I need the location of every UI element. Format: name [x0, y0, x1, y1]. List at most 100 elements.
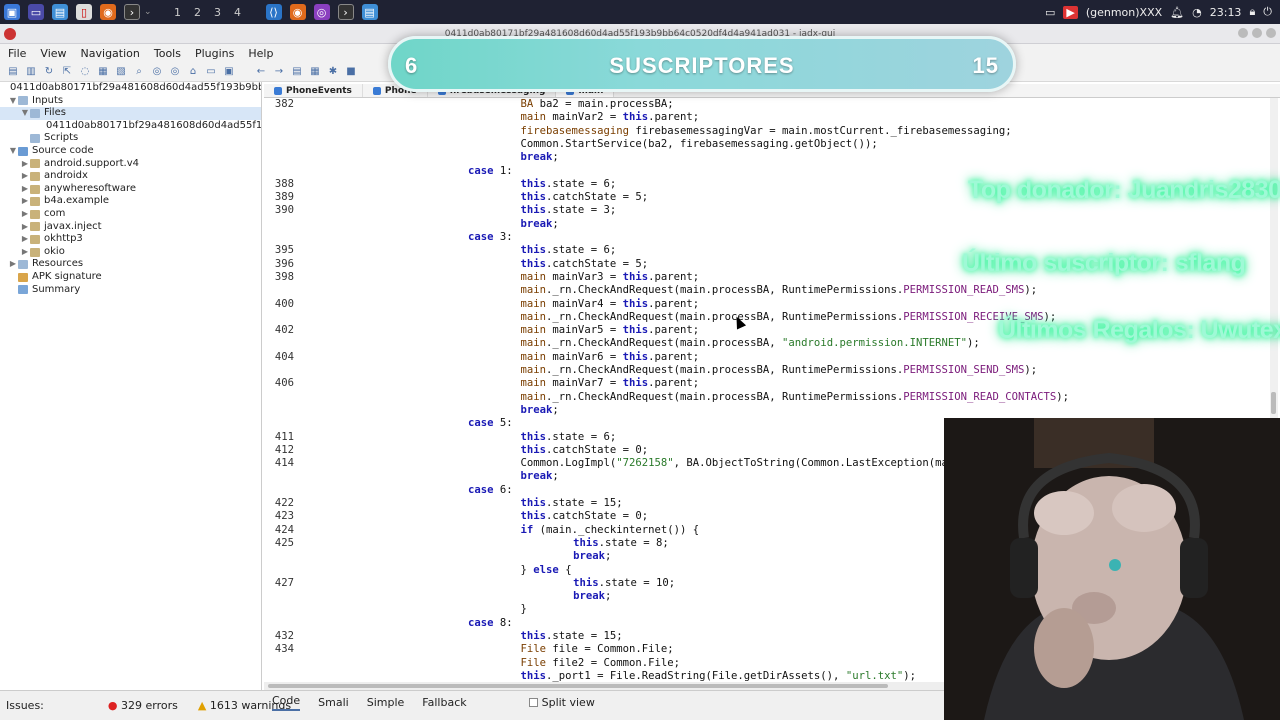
code-line[interactable]: case 3: [264, 231, 1274, 244]
chevron-right-icon[interactable]: ▶ [20, 208, 30, 221]
app-menu-icon[interactable]: ▣ [4, 4, 20, 20]
chevron-right-icon[interactable]: ▶ [20, 183, 30, 196]
vscode-icon[interactable]: ⟨⟩ [265, 4, 282, 20]
code-line[interactable]: 400 main mainVar4 = this.parent; [264, 298, 1274, 311]
tree-apk-signature[interactable]: APK signature [0, 271, 261, 284]
sync-icon[interactable]: ◌ [78, 65, 92, 79]
flatten-icon[interactable]: ▦ [96, 65, 110, 79]
tree-summary[interactable]: Summary [0, 284, 261, 297]
terminal-icon[interactable]: › [124, 4, 140, 20]
search-icon[interactable]: ⌕ [132, 65, 146, 79]
tab-smali[interactable]: Smali [318, 696, 349, 709]
minimize-button[interactable] [1238, 28, 1248, 38]
chevron-right-icon[interactable]: ▶ [20, 221, 30, 234]
code-line[interactable]: main._rn.CheckAndRequest(main.processBA,… [264, 284, 1274, 297]
desktop-icon[interactable]: ▭ [28, 4, 44, 20]
back-icon[interactable]: ← [254, 65, 268, 79]
chevron-right-icon[interactable]: ▶ [20, 158, 30, 171]
export-icon[interactable]: ⇱ [60, 65, 74, 79]
tab-phoneevents[interactable]: PhoneEvents [264, 84, 363, 97]
code-line[interactable]: 404 main mainVar6 = this.parent; [264, 351, 1274, 364]
code-line[interactable]: firebasemessaging firebasemessagingVar =… [264, 125, 1274, 138]
reload-icon[interactable]: ↻ [42, 65, 56, 79]
find-class-icon[interactable]: ◎ [150, 65, 164, 79]
tree-root[interactable]: 0411d0ab80171bf29a481608d60d4ad55f193b9b… [0, 82, 261, 95]
tree-inputs[interactable]: ▼ Inputs [0, 95, 261, 108]
tab-code[interactable]: Code [272, 694, 301, 711]
tab-fallback[interactable]: Fallback [422, 696, 466, 709]
code-line[interactable]: 390 this.state = 3; [264, 204, 1274, 217]
decompile-icon[interactable]: ▣ [222, 65, 236, 79]
tree-files[interactable]: ▼ Files [0, 107, 261, 120]
vertical-scroll-thumb[interactable] [1271, 392, 1276, 414]
tree-package[interactable]: ▶ okhttp3 [0, 233, 261, 246]
menu-view[interactable]: View [40, 47, 66, 60]
code-line[interactable]: Common.StartService(ba2, firebasemessagi… [264, 138, 1274, 151]
copy-icon[interactable]: ▧ [114, 65, 128, 79]
add-files-icon[interactable]: ▥ [24, 65, 38, 79]
find-usage-icon[interactable]: ◎ [168, 65, 182, 79]
chevron-down-icon[interactable]: ▼ [8, 145, 18, 158]
tree-package[interactable]: ▶ javax.inject [0, 221, 261, 234]
open-icon[interactable]: ▤ [6, 65, 20, 79]
terminal-icon-2[interactable]: › [337, 4, 354, 20]
code-line[interactable]: break; [264, 218, 1274, 231]
tree-package[interactable]: ▶ b4a.example [0, 195, 261, 208]
workspace-3[interactable]: 3 [208, 6, 228, 19]
document-icon[interactable]: ▯ [76, 4, 92, 20]
notifications-icon[interactable]: 🔔︎ [1170, 6, 1184, 19]
code-line[interactable]: break; [264, 151, 1274, 164]
log-icon[interactable]: ▤ [290, 65, 304, 79]
chevron-right-icon[interactable]: ▶ [8, 258, 18, 271]
code-line[interactable]: main mainVar2 = this.parent; [264, 111, 1274, 124]
chevron-down-icon[interactable]: ▼ [20, 107, 30, 120]
firefox-icon-2[interactable]: ◉ [289, 4, 306, 20]
tree-file-item[interactable]: 0411d0ab80171bf29a481608d60d4ad55f193b9 [0, 120, 261, 133]
menu-navigation[interactable]: Navigation [81, 47, 140, 60]
menu-file[interactable]: File [8, 47, 26, 60]
settings-icon[interactable]: ▦ [308, 65, 322, 79]
tree-source-code[interactable]: ▼ Source code [0, 145, 261, 158]
workspace-4[interactable]: 4 [228, 6, 248, 19]
errors-count[interactable]: ● 329 errors [108, 699, 178, 712]
maximize-button[interactable] [1252, 28, 1262, 38]
tab-simple[interactable]: Simple [367, 696, 405, 709]
code-line[interactable]: 406 main mainVar7 = this.parent; [264, 377, 1274, 390]
frame-icon[interactable]: ▭ [204, 65, 218, 79]
tree-scripts[interactable]: Scripts [0, 132, 261, 145]
tree-package[interactable]: ▶ okio [0, 246, 261, 259]
tree-package[interactable]: ▶ com [0, 208, 261, 221]
obs-icon[interactable]: ◎ [313, 4, 330, 20]
forward-icon[interactable]: → [272, 65, 286, 79]
menu-plugins[interactable]: Plugins [195, 47, 234, 60]
chevron-right-icon[interactable]: ▶ [20, 246, 30, 259]
chevron-down-icon[interactable]: ▼ [8, 95, 18, 108]
home-icon[interactable]: ⌂ [186, 65, 200, 79]
code-line[interactable]: 382 BA ba2 = main.processBA; [264, 98, 1274, 111]
workspace-2[interactable]: 2 [188, 6, 208, 19]
tree-package[interactable]: ▶ anywheresoftware [0, 183, 261, 196]
tree-resources[interactable]: ▶ Resources [0, 258, 261, 271]
workspace-1[interactable]: 1 [168, 6, 188, 19]
tree-package[interactable]: ▶ android.support.v4 [0, 158, 261, 171]
menu-help[interactable]: Help [248, 47, 273, 60]
checkbox[interactable] [528, 698, 538, 707]
horizontal-scroll-thumb[interactable] [268, 684, 888, 688]
power-icon[interactable]: ⏻ [1263, 5, 1272, 19]
chevron-right-icon[interactable]: ▶ [20, 233, 30, 246]
debug-icon[interactable]: ✱ [326, 65, 340, 79]
split-view-toggle[interactable]: Split view [528, 696, 595, 709]
chevron-right-icon[interactable]: ▶ [20, 170, 30, 183]
window-icon[interactable]: ▭ [1045, 6, 1055, 19]
chevron-right-icon[interactable]: ▶ [20, 195, 30, 208]
file-manager-icon[interactable]: ▤ [361, 4, 378, 20]
close-button[interactable] [1266, 28, 1276, 38]
stop-icon[interactable]: ■ [344, 65, 358, 79]
code-line[interactable]: break; [264, 404, 1274, 417]
clock[interactable]: 23:13 [1210, 6, 1242, 19]
vertical-scrollbar[interactable] [1270, 98, 1278, 418]
chevron-down-icon[interactable]: ⌄ [144, 7, 152, 17]
code-line[interactable]: main._rn.CheckAndRequest(main.processBA,… [264, 364, 1274, 377]
firefox-icon[interactable]: ◉ [100, 4, 116, 20]
folder-icon[interactable]: ▤ [52, 4, 68, 20]
